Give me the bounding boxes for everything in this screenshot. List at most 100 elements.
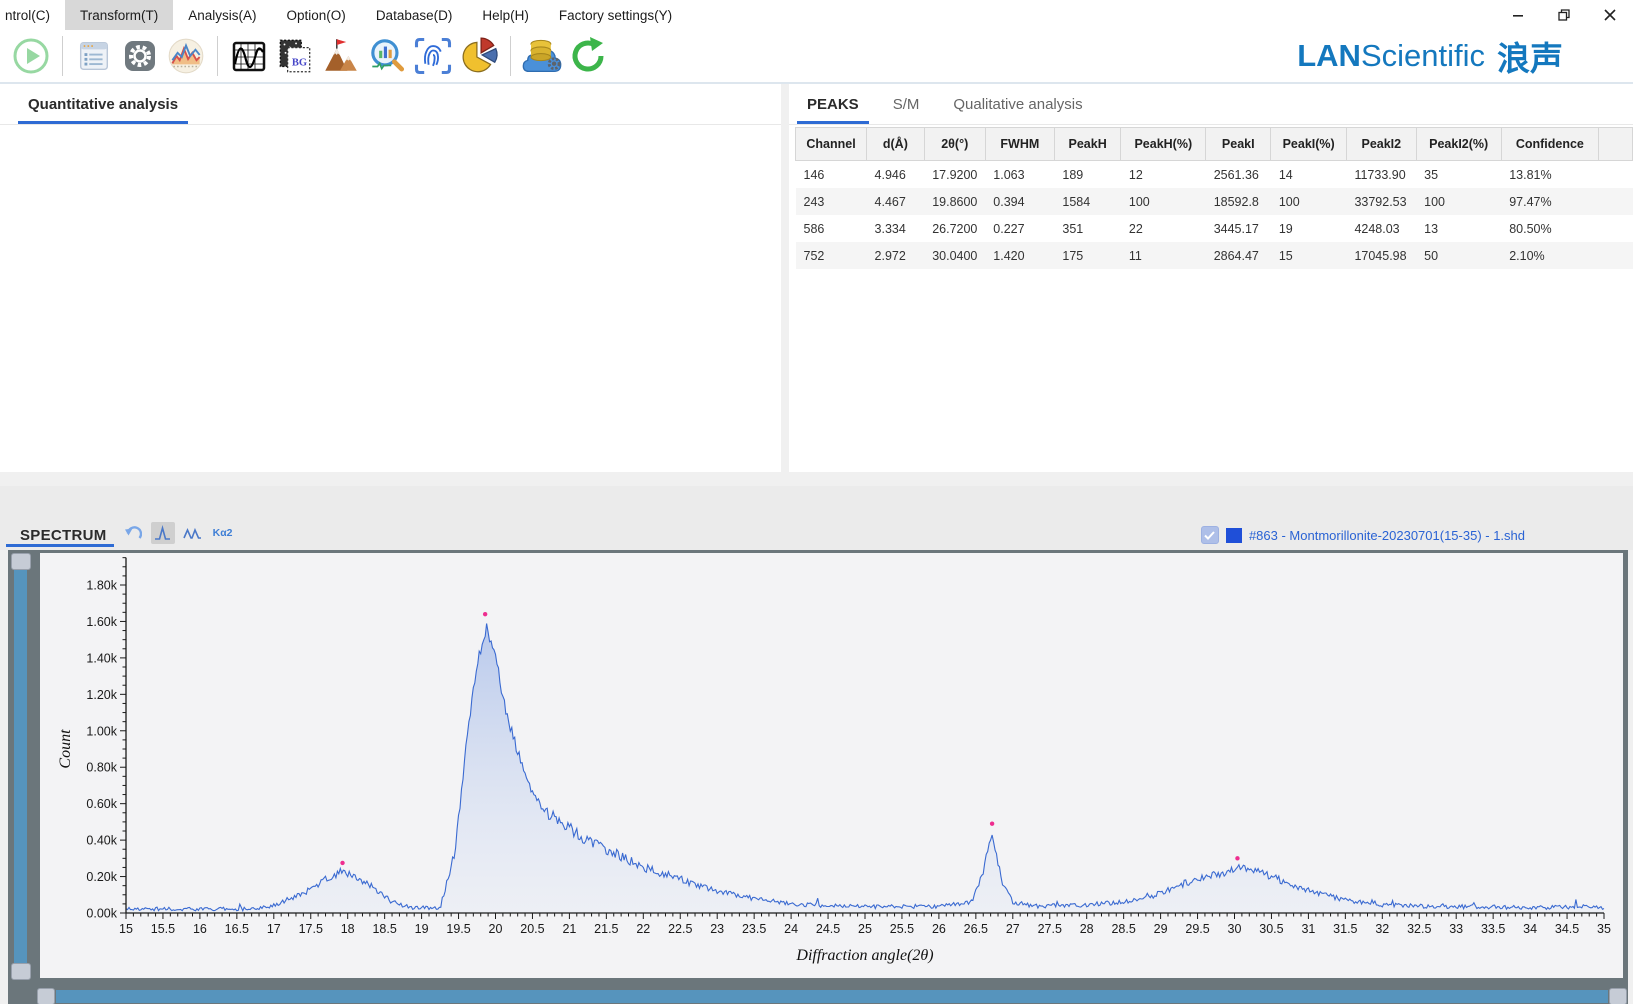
peak-search-button[interactable] bbox=[318, 34, 364, 78]
table-row[interactable]: 7522.97230.04001.420175112864.471517045.… bbox=[796, 242, 1633, 269]
search-chart-button[interactable] bbox=[364, 34, 410, 78]
y-tick-label: 0.80k bbox=[86, 761, 117, 775]
mountain-flag-icon bbox=[320, 35, 362, 77]
column-header-fwhm[interactable]: FWHM bbox=[985, 128, 1054, 161]
x-tick-label: 17.5 bbox=[299, 922, 323, 936]
table-cell: 100 bbox=[1271, 188, 1347, 215]
close-button[interactable] bbox=[1587, 0, 1633, 30]
fingerprint-button[interactable] bbox=[410, 34, 456, 78]
svg-text:BG: BG bbox=[292, 57, 307, 68]
minimize-button[interactable] bbox=[1495, 0, 1541, 30]
background-subtract-button[interactable]: BG bbox=[272, 34, 318, 78]
horizontal-zoom-handle-right[interactable] bbox=[1609, 988, 1627, 1004]
tab-quantitative-analysis[interactable]: Quantitative analysis bbox=[24, 84, 182, 124]
table-cell: 2.10% bbox=[1501, 242, 1598, 269]
database-sync-button[interactable] bbox=[519, 34, 565, 78]
vertical-zoom-track[interactable] bbox=[14, 556, 27, 964]
ka2-label: Kα2 bbox=[213, 527, 233, 539]
menu-item-optiono[interactable]: Option(O) bbox=[272, 0, 361, 30]
table-cell: 30.0400 bbox=[924, 242, 985, 269]
x-tick-label: 23.5 bbox=[742, 922, 766, 936]
menu-item-databased[interactable]: Database(D) bbox=[361, 0, 468, 30]
menu-item-analysisa[interactable]: Analysis(A) bbox=[173, 0, 271, 30]
table-cell bbox=[1599, 242, 1633, 269]
toolbar-separator bbox=[510, 36, 511, 76]
table-cell: 19.8600 bbox=[924, 188, 985, 215]
settings-button[interactable] bbox=[117, 34, 163, 78]
table-cell: 4248.03 bbox=[1346, 215, 1416, 242]
column-header-channel[interactable]: Channel bbox=[796, 128, 867, 161]
table-cell: 80.50% bbox=[1501, 215, 1598, 242]
spectrum-legend: #863 - Montmorillonite-20230701(15-35) -… bbox=[1201, 526, 1525, 544]
ka2-tool-button[interactable]: Kα2 bbox=[211, 522, 235, 544]
single-peak-icon bbox=[153, 525, 172, 541]
peak-marker bbox=[990, 822, 994, 826]
column-header-peakh[interactable]: PeakH(%) bbox=[1121, 128, 1206, 161]
logo-chinese: 浪声 bbox=[1497, 32, 1563, 80]
restore-button[interactable] bbox=[1541, 0, 1587, 30]
spectrum-toolbar: SPECTRUM Kα2 bbox=[0, 486, 1633, 550]
table-cell: 4.467 bbox=[867, 188, 925, 215]
table-cell: 13 bbox=[1416, 215, 1501, 242]
x-tick-label: 27 bbox=[1006, 922, 1020, 936]
legend-label: #863 - Montmorillonite-20230701(15-35) -… bbox=[1249, 528, 1525, 543]
tab-s-m[interactable]: S/M bbox=[889, 84, 924, 124]
table-cell: 3445.17 bbox=[1206, 215, 1271, 242]
undo-icon bbox=[124, 526, 142, 541]
y-axis-title: Count bbox=[57, 729, 74, 769]
table-row[interactable]: 2434.46719.86000.394158410018592.8100337… bbox=[796, 188, 1633, 215]
double-peak-tool-button[interactable] bbox=[181, 522, 205, 544]
quantitative-panel: Quantitative analysis bbox=[0, 84, 781, 472]
column-header-confidence[interactable]: Confidence bbox=[1501, 128, 1598, 161]
refresh-button[interactable] bbox=[565, 34, 611, 78]
single-peak-tool-button[interactable] bbox=[151, 522, 175, 544]
x-tick-label: 25 bbox=[858, 922, 872, 936]
menu-item-factorysettingsy[interactable]: Factory settings(Y) bbox=[544, 0, 687, 30]
column-header-2[interactable]: 2θ(°) bbox=[924, 128, 985, 161]
x-tick-label: 33 bbox=[1449, 922, 1463, 936]
play-button[interactable] bbox=[8, 34, 54, 78]
vertical-zoom-handle-top[interactable] bbox=[11, 553, 31, 570]
column-header-peakh[interactable]: PeakH bbox=[1054, 128, 1121, 161]
toolbar: BG bbox=[0, 30, 1633, 84]
column-header-peaki[interactable]: PeakI(%) bbox=[1271, 128, 1347, 161]
column-header-spacer bbox=[1599, 128, 1633, 161]
pie-chart-button[interactable] bbox=[456, 34, 502, 78]
menu-item-ntrolc[interactable]: ntrol(C) bbox=[0, 0, 65, 30]
axis-lines bbox=[126, 558, 1604, 913]
x-axis-title: Diffraction angle(2θ) bbox=[795, 947, 933, 964]
table-cell: 50 bbox=[1416, 242, 1501, 269]
tab-peaks[interactable]: PEAKS bbox=[803, 84, 863, 124]
report-button[interactable] bbox=[71, 34, 117, 78]
table-row[interactable]: 1464.94617.92001.063189122561.361411733.… bbox=[796, 161, 1633, 189]
x-tick-label: 24.5 bbox=[816, 922, 840, 936]
spectrum-chart[interactable]: 0.00k0.20k0.40k0.60k0.80k1.00k1.20k1.40k… bbox=[40, 553, 1623, 978]
peak-marker bbox=[1235, 856, 1239, 860]
undo-button[interactable] bbox=[121, 522, 145, 544]
peak-marker bbox=[483, 612, 487, 616]
table-cell: 0.394 bbox=[985, 188, 1054, 215]
column-header-d[interactable]: d(Å) bbox=[867, 128, 925, 161]
y-tick-label: 0.60k bbox=[86, 797, 117, 811]
vertical-zoom-handle-bottom[interactable] bbox=[11, 963, 31, 980]
legend-checkbox[interactable] bbox=[1201, 526, 1219, 544]
horizontal-zoom-track[interactable] bbox=[56, 990, 1608, 1003]
column-header-peaki[interactable]: PeakI bbox=[1206, 128, 1271, 161]
grid-curve-button[interactable] bbox=[226, 34, 272, 78]
y-tick-label: 1.60k bbox=[86, 615, 117, 629]
x-tick-label: 16.5 bbox=[225, 922, 249, 936]
table-row[interactable]: 5863.33426.72000.227351223445.17194248.0… bbox=[796, 215, 1633, 242]
horizontal-zoom-handle-left[interactable] bbox=[37, 988, 55, 1004]
menu-item-transformt[interactable]: Transform(T) bbox=[65, 0, 173, 30]
x-tick-label: 34 bbox=[1523, 922, 1537, 936]
column-header-peaki2[interactable]: PeakI2 bbox=[1346, 128, 1416, 161]
column-header-peaki2[interactable]: PeakI2(%) bbox=[1416, 128, 1501, 161]
tab-qualitative-analysis[interactable]: Qualitative analysis bbox=[949, 84, 1086, 124]
spectrum-chart-button[interactable] bbox=[163, 34, 209, 78]
left-tab-row: Quantitative analysis bbox=[0, 84, 781, 125]
table-cell: 13.81% bbox=[1501, 161, 1598, 189]
x-tick-label: 34.5 bbox=[1555, 922, 1579, 936]
peaks-table: Channeld(Å)2θ(°)FWHMPeakHPeakH(%)PeakIPe… bbox=[795, 127, 1633, 269]
menu-item-helph[interactable]: Help(H) bbox=[467, 0, 544, 30]
table-cell: 26.7200 bbox=[924, 215, 985, 242]
